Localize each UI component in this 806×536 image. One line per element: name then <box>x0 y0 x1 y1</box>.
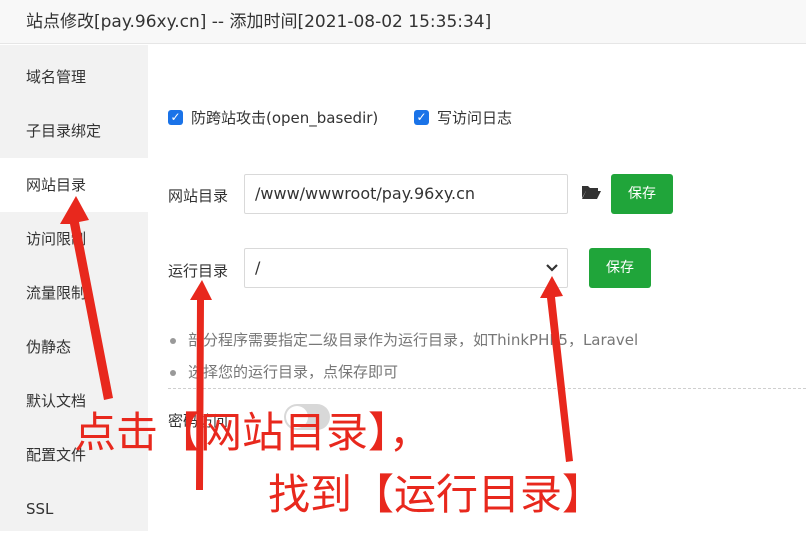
sidebar-item-traffic-limit[interactable]: 流量限制 <box>0 266 148 320</box>
sidebar-item-ssl[interactable]: SSL <box>0 482 148 536</box>
sidebar-item-subdir-binding[interactable]: 子目录绑定 <box>0 104 148 158</box>
run-dir-selected-value: / <box>255 258 261 277</box>
save-run-dir-button[interactable]: 保存 <box>589 248 651 288</box>
sidebar-item-access-limit[interactable]: 访问限制 <box>0 212 148 266</box>
save-site-dir-button[interactable]: 保存 <box>611 174 673 214</box>
bullet-icon <box>170 337 176 344</box>
folder-open-icon[interactable] <box>581 184 601 200</box>
sidebar-item-site-dir[interactable]: 网站目录 <box>0 158 148 212</box>
check-icon: ✓ <box>414 110 429 125</box>
sidebar-item-rewrite[interactable]: 伪静态 <box>0 320 148 374</box>
divider <box>168 388 806 389</box>
chevron-down-icon <box>546 264 558 272</box>
tip-item: 选择您的运行目录，点保存即可 <box>170 361 398 382</box>
run-dir-select[interactable]: / <box>244 248 568 288</box>
annotation-text-2: 找到【运行目录】 <box>268 470 605 519</box>
access-log-label: 写访问日志 <box>437 109 513 127</box>
site-dir-input[interactable]: /www/wwwroot/pay.96xy.cn <box>244 174 568 214</box>
sidebar-item-domain[interactable]: 域名管理 <box>0 50 148 104</box>
window-title: 站点修改[pay.96xy.cn] -- 添加时间[2021-08-02 15:… <box>0 0 806 44</box>
site-dir-label: 网站目录 <box>168 187 229 205</box>
arrow-to-run-dir-select <box>540 276 573 462</box>
bullet-icon <box>170 369 176 376</box>
run-dir-label: 运行目录 <box>168 262 229 280</box>
tip-item: 部分程序需要指定二级目录作为运行目录，如ThinkPHP5，Laravel <box>170 329 638 350</box>
anti-cross-site-label: 防跨站攻击(open_basedir) <box>191 109 379 127</box>
anti-cross-site-checkbox[interactable]: ✓ 防跨站攻击(open_basedir) <box>168 107 378 128</box>
access-log-checkbox[interactable]: ✓ 写访问日志 <box>414 107 512 128</box>
annotation-text-1: 点击【网站目录】， <box>74 408 432 457</box>
sidebar: 域名管理 子目录绑定 网站目录 访问限制 流量限制 伪静态 默认文档 配置文件 … <box>0 45 148 531</box>
check-icon: ✓ <box>168 110 183 125</box>
arrow-to-run-dir-label <box>190 280 212 490</box>
